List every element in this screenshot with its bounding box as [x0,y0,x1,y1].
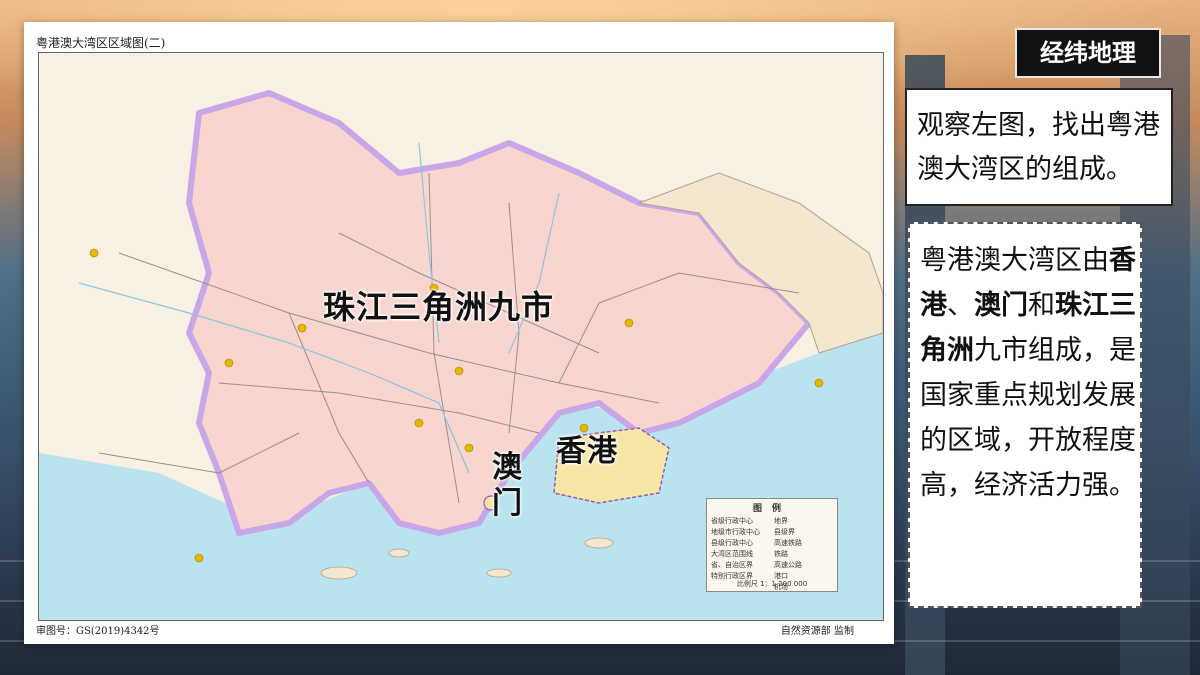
legend-item: 地界 [774,517,788,525]
legend-scale: 比例尺 1：1 200 000 [736,580,808,588]
map-supervisor: 自然资源部 监制 [780,626,854,637]
answer-part: 和 [1028,290,1055,321]
map-legend: 图例 省级行政中心 地界 地级市行政中心 县级界 县级行政中心 高速铁路 大湾区… [706,498,838,592]
answer-part: 粤港澳大湾区由 [920,245,1109,276]
label-hong-kong: 香港 [556,434,618,469]
legend-item: 高速铁路 [774,539,802,547]
map-title: 粤港澳大湾区区域图(二) [36,36,166,50]
map-approval-number: 审图号：GS(2019)4342号 [36,626,160,637]
legend-title: 图例 [752,504,791,514]
label-macau: 澳门 [492,450,523,521]
legend-item: 省、自治区界 [711,561,753,569]
legend-item: 铁路 [774,550,788,558]
legend-item: 县级界 [774,528,795,536]
legend-item: 高速公路 [774,561,802,569]
label-pearl-river-delta: 珠江三角洲九市 [323,288,555,326]
brand-badge: 经纬地理 [1015,28,1161,78]
answer-part: 、 [947,290,974,321]
legend-item: 县级行政中心 [711,539,753,547]
question-text: 观察左图，找出粤港澳大湾区的组成。 [917,110,1160,185]
question-box: 观察左图，找出粤港澳大湾区的组成。 [905,88,1173,206]
legend-item: 地级市行政中心 [711,528,760,536]
answer-text: 粤港澳大湾区由香港、澳门和珠江三角洲九市组成，是国家重点规划发展的区域，开放程度… [920,238,1136,508]
legend-item: 省级行政中心 [711,517,753,525]
legend-item: 大湾区范围线 [711,550,753,558]
answer-highlight: 澳门 [974,290,1028,321]
answer-box: 粤港澳大湾区由香港、澳门和珠江三角洲九市组成，是国家重点规划发展的区域，开放程度… [908,222,1142,608]
